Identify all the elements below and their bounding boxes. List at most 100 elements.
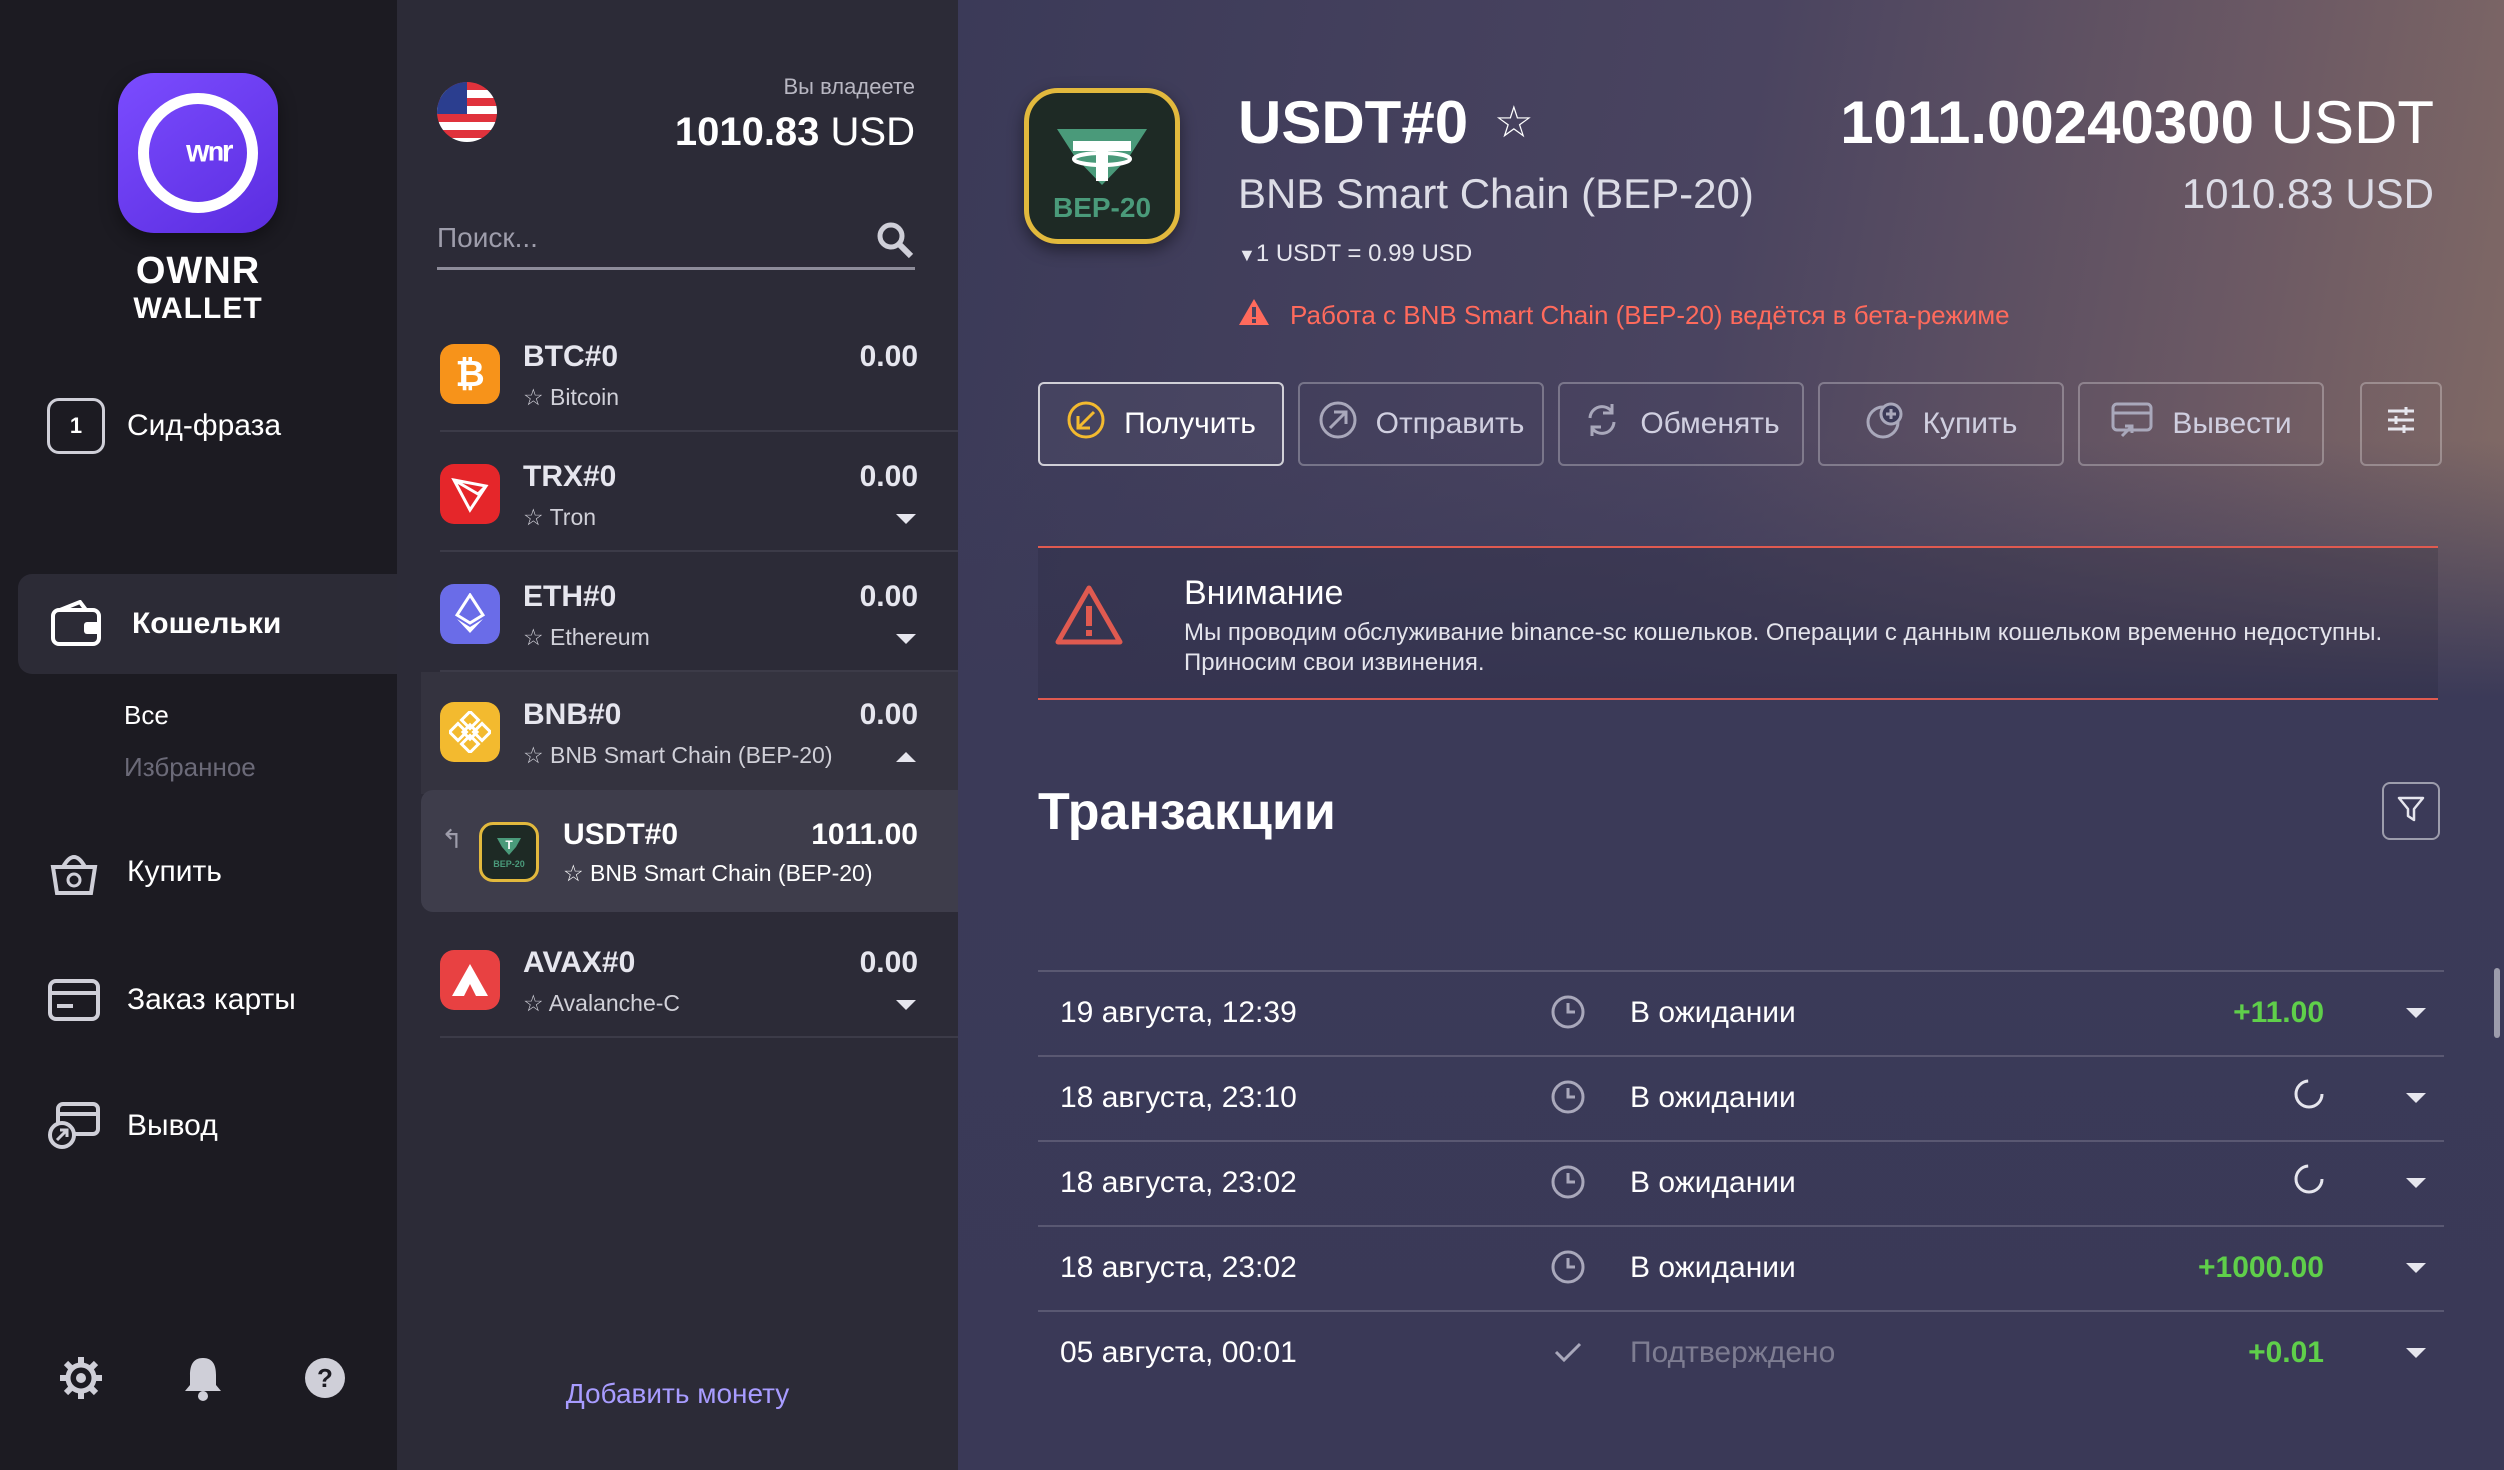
send-button[interactable]: Отправить (1298, 382, 1544, 466)
sidebar-item-label: Кошельки (132, 607, 282, 640)
add-coin-link[interactable]: Добавить монету (397, 1378, 958, 1410)
withdraw-icon (2110, 400, 2154, 448)
badge-text: BEP-20 (493, 859, 525, 869)
receive-icon (1066, 400, 1106, 448)
svg-text:T: T (505, 838, 513, 852)
coin-name: USDT#0 (563, 818, 679, 851)
sidebar-item-label: Сид-фраза (127, 409, 282, 442)
coin-row-avax[interactable]: AVAX#0 ☆ Avalanche-C 0.00 (440, 920, 958, 1038)
scrollbar[interactable] (2494, 968, 2500, 1038)
coin-chain: ☆ Tron (523, 504, 597, 530)
chevron-down-icon[interactable] (2406, 1263, 2426, 1273)
coin-row-bnb[interactable]: BNB#0 ☆ BNB Smart Chain (BEP-20) 0.00 (421, 672, 958, 794)
coin-balance: 1011.00 (811, 818, 918, 851)
usdt-bep20-icon: BEP-20 (1024, 88, 1180, 244)
coin-chain: ☆ Avalanche-C (523, 990, 681, 1016)
coin-row-eth[interactable]: ETH#0 ☆ Ethereum 0.00 (440, 554, 958, 672)
chevron-down-icon[interactable] (896, 634, 916, 644)
search-field[interactable]: Поиск... (437, 210, 915, 270)
chevron-down-icon[interactable] (2406, 1348, 2426, 1358)
token-title: USDT#0 ☆ (1238, 88, 1534, 157)
tx-amount: +11.00 (2233, 996, 2324, 1029)
chevron-down-icon[interactable] (2406, 1178, 2426, 1188)
coin-balance: 0.00 (859, 946, 918, 979)
avalanche-icon (440, 950, 500, 1010)
coin-row-usdt[interactable]: ↰ T BEP-20 USDT#0 ☆ BNB Smart Chain (BEP… (421, 790, 958, 912)
sidebar-item-buy[interactable]: Купить (45, 846, 222, 898)
card-icon (45, 974, 103, 1026)
star-icon[interactable]: ☆ (523, 384, 544, 410)
table-row[interactable]: 19 августа, 12:39 В ожидании +11.00 (1038, 970, 2444, 1055)
table-row[interactable]: 18 августа, 23:10 В ожидании (1038, 1055, 2444, 1140)
star-icon[interactable]: ☆ (523, 990, 544, 1016)
chevron-down-icon[interactable] (896, 514, 916, 524)
sidebar-item-label: Вывод (127, 1109, 218, 1142)
sidebar: ʷⁿʳ OWNR WALLET 1 Сид-фраза Кошельки Все… (0, 0, 397, 1470)
chevron-down-icon[interactable] (2406, 1008, 2426, 1018)
wallet-list-panel: Вы владеете 1010.83 USD Поиск... ₿ BTC#0… (397, 0, 958, 1470)
token-chain: BNB Smart Chain (BEP-20) (1238, 170, 1754, 217)
beta-warning: Работа с BNB Smart Chain (BEP-20) ведётс… (1238, 298, 2010, 333)
withdraw-card-icon (45, 1100, 103, 1152)
receive-button[interactable]: Получить (1038, 382, 1284, 466)
tx-status: В ожидании (1630, 996, 1796, 1029)
buy-button[interactable]: Купить (1818, 382, 2064, 466)
wallet-icon (48, 598, 106, 650)
filter-icon (2396, 794, 2426, 829)
coin-row-trx[interactable]: TRX#0 ☆ Tron 0.00 (440, 434, 958, 552)
brand-line1: OWNR (135, 250, 261, 292)
token-name: USDT#0 (1238, 89, 1469, 156)
exchange-button[interactable]: Обменять (1558, 382, 1804, 466)
chevron-down-icon[interactable] (896, 1000, 916, 1010)
sidebar-item-withdraw[interactable]: Вывод (45, 1100, 218, 1152)
usdt-bep20-icon: T BEP-20 (479, 822, 539, 882)
wallets-filter-all[interactable]: Все (124, 700, 169, 731)
coin-chain: ☆ BNB Smart Chain (BEP-20) (563, 860, 873, 886)
help-icon[interactable]: ? (299, 1352, 351, 1404)
sidebar-item-wallets[interactable]: Кошельки (18, 574, 397, 674)
clock-icon (1550, 1079, 1588, 1117)
star-icon[interactable]: ☆ (1494, 97, 1533, 148)
star-icon[interactable]: ☆ (523, 742, 544, 768)
table-row[interactable]: 18 августа, 23:02 В ожидании +1000.00 (1038, 1225, 2444, 1310)
star-icon[interactable]: ☆ (523, 624, 544, 650)
sidebar-item-card-order[interactable]: Заказ карты (45, 974, 296, 1026)
chevron-down-icon[interactable] (2406, 1093, 2426, 1103)
triangle-down-icon: ▼ (1238, 245, 1256, 265)
coin-row-btc[interactable]: ₿ BTC#0 ☆ Bitcoin 0.00 (440, 314, 958, 432)
sidebar-item-seed[interactable]: 1 Сид-фраза (47, 398, 281, 454)
table-row[interactable]: 05 августа, 00:01 Подтверждено +0.01 (1038, 1310, 2444, 1395)
bell-icon[interactable] (177, 1352, 229, 1404)
warning-icon (1054, 584, 1124, 651)
tx-date: 18 августа, 23:02 (1060, 1166, 1297, 1199)
bnb-icon (440, 702, 500, 762)
ethereum-icon (440, 584, 500, 644)
sub-token-arrow-icon: ↰ (441, 824, 463, 854)
transactions-list: 19 августа, 12:39 В ожидании +11.00 18 а… (1038, 970, 2444, 1395)
filter-button[interactable] (2382, 782, 2440, 840)
table-row[interactable]: 18 августа, 23:02 В ожидании (1038, 1140, 2444, 1225)
settings-sliders-button[interactable] (2360, 382, 2442, 466)
gear-icon[interactable] (55, 1352, 107, 1404)
logo-mark: ʷⁿʳ (186, 133, 234, 182)
coin-balance: 0.00 (859, 580, 918, 613)
search-input[interactable]: Поиск... (437, 222, 538, 254)
tx-date: 19 августа, 12:39 (1060, 996, 1297, 1029)
tx-date: 05 августа, 00:01 (1060, 1336, 1297, 1369)
seed-badge: 1 (69, 413, 83, 438)
sidebar-bottom-bar: ? (55, 1352, 351, 1404)
coin-chain: ☆ Bitcoin (523, 384, 620, 410)
coin-name: AVAX#0 (523, 946, 636, 979)
withdraw-button[interactable]: Вывести (2078, 382, 2324, 466)
alert-text: Мы проводим обслуживание binance-sc коше… (1184, 619, 2383, 676)
send-label: Отправить (1375, 407, 1525, 440)
coin-balance: 0.00 (859, 460, 918, 493)
search-icon[interactable] (875, 220, 915, 260)
ownr-logo: ʷⁿʳ (118, 73, 278, 233)
chevron-up-icon[interactable] (896, 752, 916, 762)
star-icon[interactable]: ☆ (523, 504, 544, 530)
us-flag-icon[interactable] (437, 82, 497, 142)
brand-line2: WALLET (133, 292, 263, 325)
star-icon[interactable]: ☆ (563, 860, 584, 886)
wallets-filter-favorites[interactable]: Избранное (124, 752, 256, 783)
